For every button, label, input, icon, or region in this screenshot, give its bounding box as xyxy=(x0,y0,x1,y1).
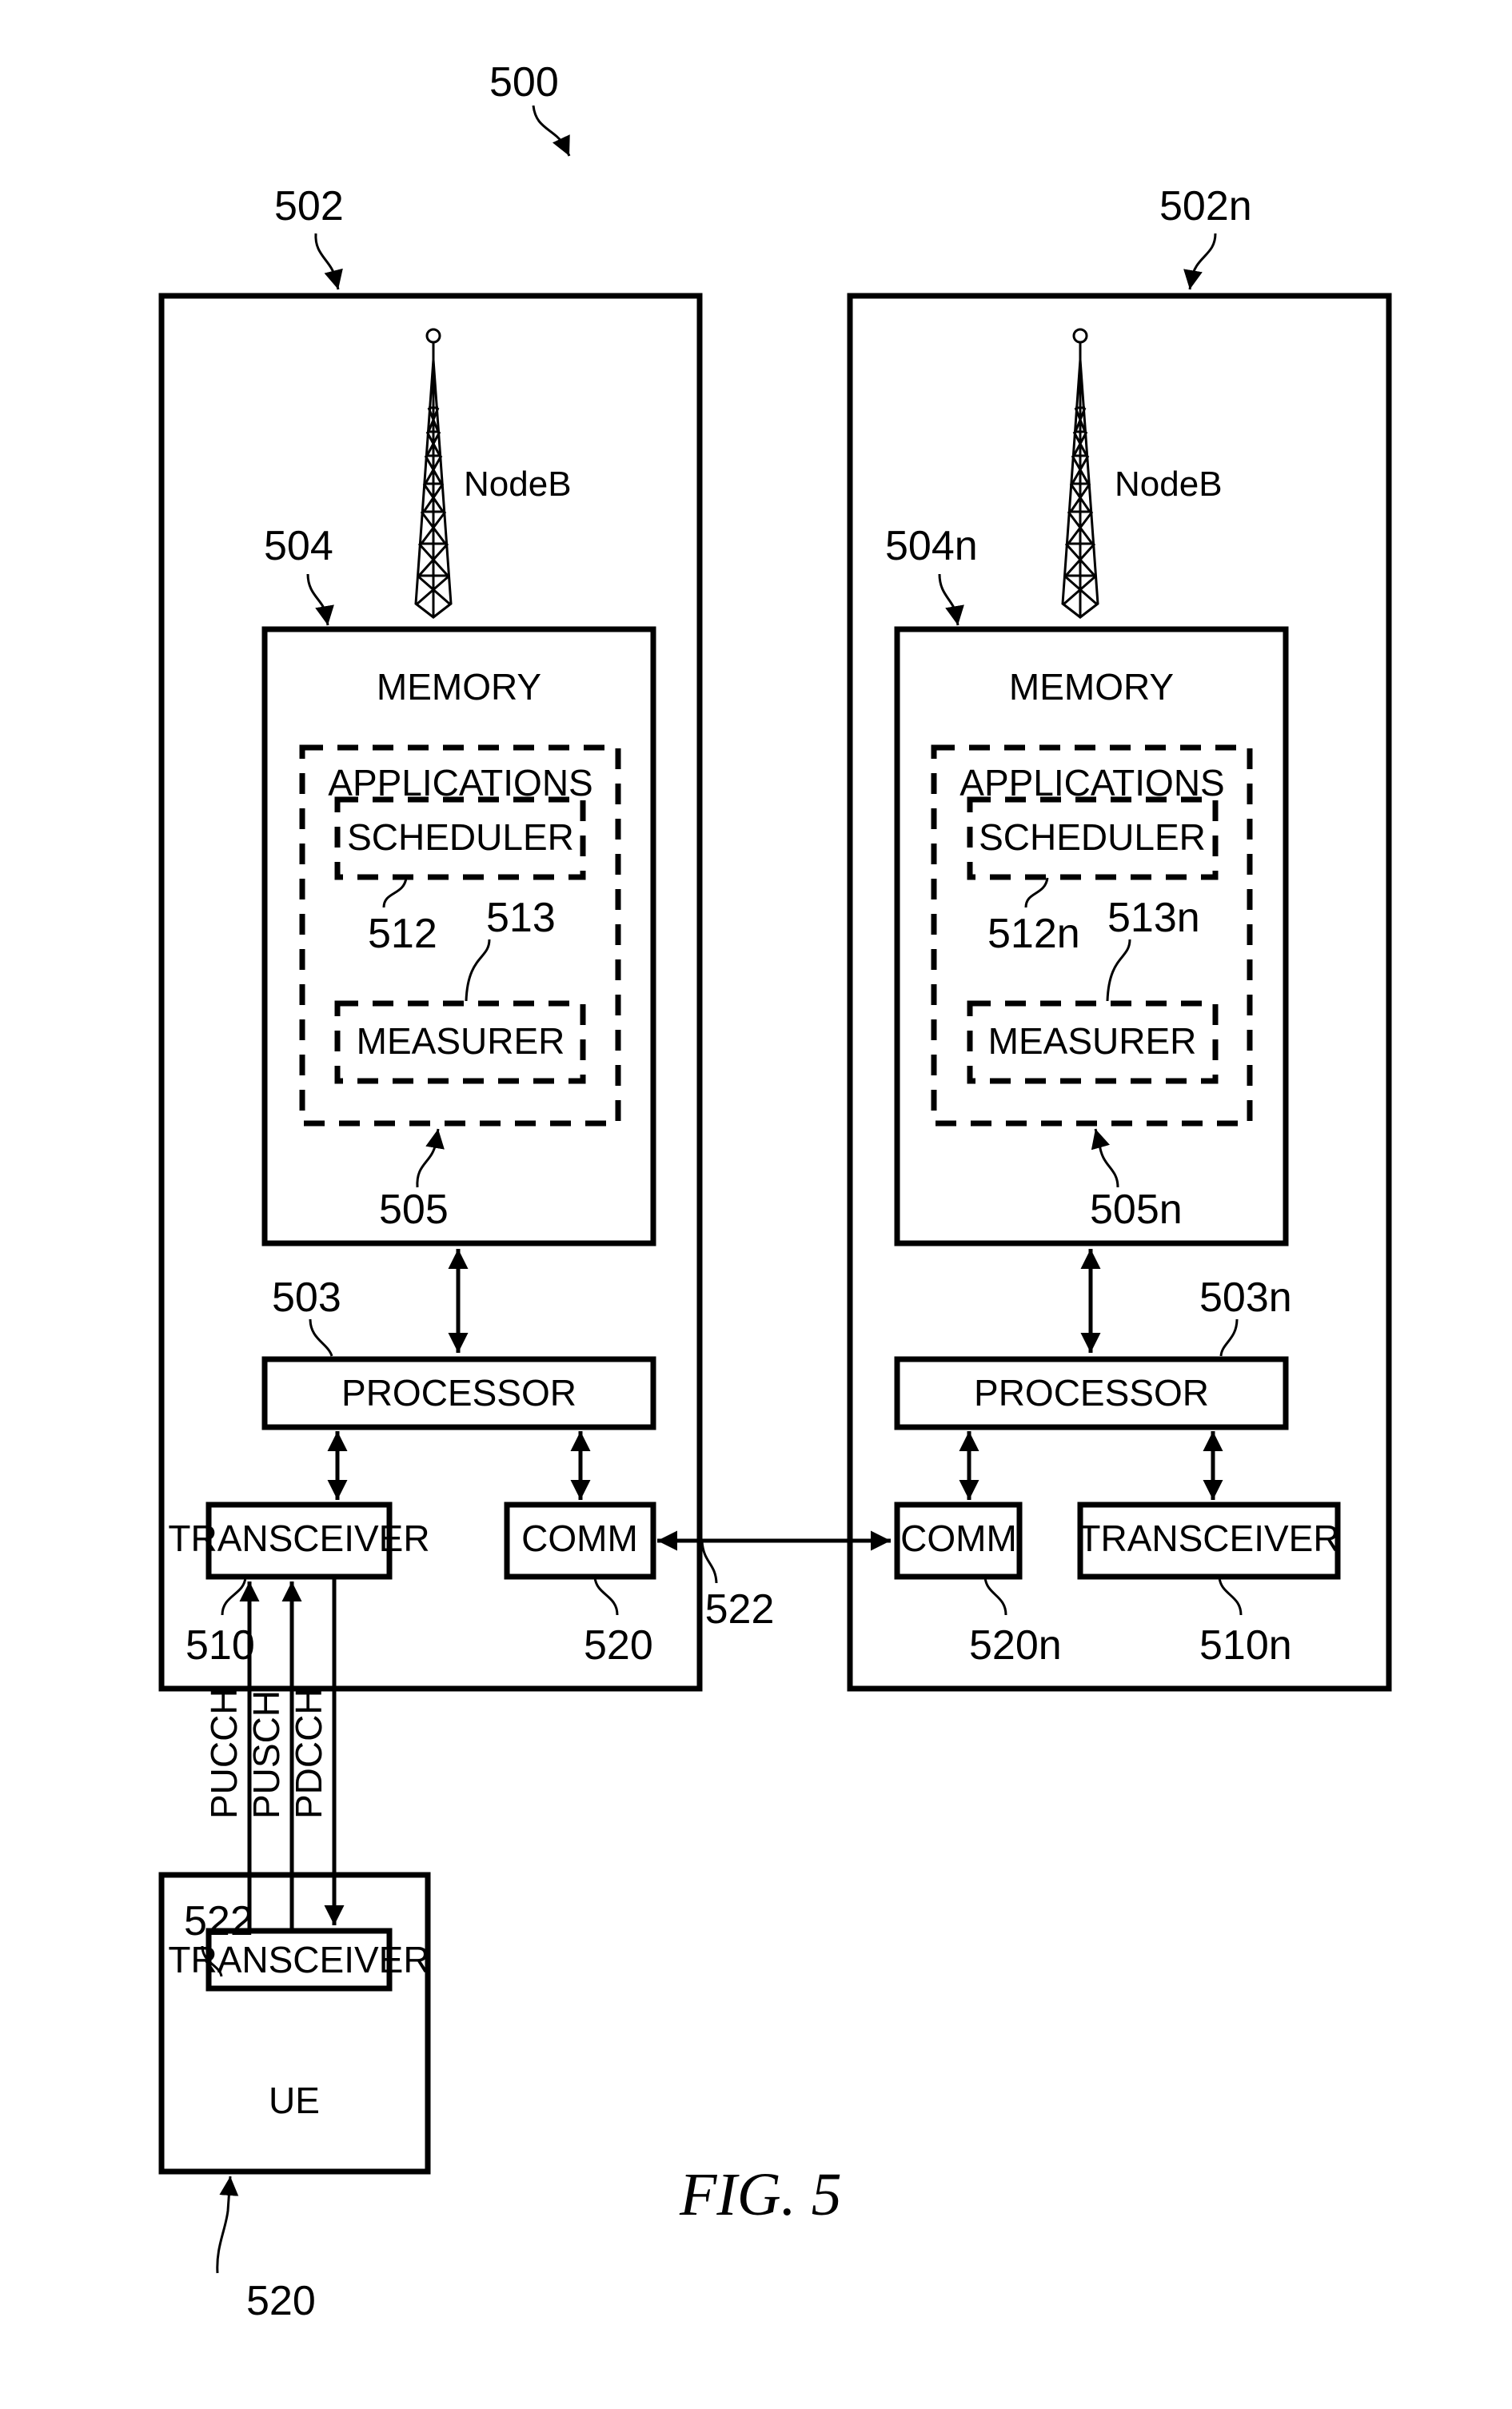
scheduler-right-leader xyxy=(1024,877,1049,908)
comm-left-label: COMM xyxy=(521,1518,638,1559)
ue-label: UE xyxy=(269,2080,320,2121)
transceiver-left-ref: 510 xyxy=(186,1622,255,1669)
nodeb-left-ref: 502 xyxy=(274,183,344,229)
channel-pucch-label: PUCCH xyxy=(203,1688,245,1819)
measurer-left-ref: 513 xyxy=(486,895,556,941)
memory-left-ref-arrow xyxy=(306,573,334,626)
nodeb-right-box xyxy=(847,293,1392,1692)
scheduler-right-ref: 512n xyxy=(987,911,1080,957)
processor-left-leader xyxy=(309,1318,333,1357)
memory-left-label: MEMORY xyxy=(377,666,541,708)
comm-right-ref: 520n xyxy=(969,1622,1062,1669)
backhaul-link-ref: 522 xyxy=(705,1586,775,1633)
comm-right-label: COMM xyxy=(900,1518,1017,1559)
applications-right-ref: 505n xyxy=(1090,1187,1183,1233)
system-ref-label: 500 xyxy=(489,59,559,106)
nodeb-right: 502n NodeB 504n MEMORY APPLICATIONS SCHE… xyxy=(847,183,1392,1692)
antenna-tower-icon xyxy=(1061,328,1099,619)
transceiver-left-label: TRANSCEIVER xyxy=(168,1518,429,1559)
channel-pdcch-label: PDCCH xyxy=(288,1688,329,1819)
processor-left-ref: 503 xyxy=(272,1274,341,1321)
processor-left-label: PROCESSOR xyxy=(341,1372,576,1414)
memory-right-box xyxy=(894,626,1289,1246)
figure-caption: FIG. 5 xyxy=(679,2161,842,2228)
nodeb-right-antenna-label: NodeB xyxy=(1115,465,1223,504)
applications-left-box xyxy=(299,744,621,1127)
comm-right-leader xyxy=(983,1577,1007,1616)
applications-right-box xyxy=(931,744,1253,1127)
scheduler-right-label: SCHEDULER xyxy=(979,816,1206,858)
measurer-right-ref: 513n xyxy=(1107,895,1200,941)
memory-left-ref: 504 xyxy=(264,523,333,569)
processor-right-ref: 503n xyxy=(1199,1274,1292,1321)
nodeb-right-ref: 502n xyxy=(1159,183,1252,229)
applications-left-ref-arrow xyxy=(416,1128,445,1188)
memory-left-box xyxy=(261,626,656,1246)
measurer-right-label: MEASURER xyxy=(988,1020,1197,1062)
nodeb-left: 502 NodeB 504 MEMORY APPLICATIONS SCHEDU… xyxy=(158,183,703,1692)
diagram-canvas: 500 502 NodeB 504 MEMORY APPLICATIONS SC… xyxy=(158,59,1392,2324)
antenna-tower-icon xyxy=(414,328,453,619)
measurer-right-leader xyxy=(1106,939,1131,1002)
nodeb-left-box xyxy=(158,293,703,1692)
channel-pusch-label: PUSCH xyxy=(245,1690,287,1819)
applications-right-ref-arrow xyxy=(1091,1128,1119,1188)
applications-left-ref: 505 xyxy=(379,1187,449,1233)
memory-right-ref: 504n xyxy=(885,523,978,569)
transceiver-left-leader xyxy=(221,1577,247,1616)
transceiver-right-leader xyxy=(1218,1577,1243,1616)
measurer-left-leader xyxy=(465,939,491,1002)
backhaul-link-leader xyxy=(700,1541,718,1584)
nodeb-left-ref-arrow xyxy=(314,233,343,290)
transceiver-right-label: TRANSCEIVER xyxy=(1078,1518,1339,1559)
measurer-left-label: MEASURER xyxy=(357,1020,565,1062)
ue-ref-arrow xyxy=(216,2176,239,2274)
scheduler-left-label: SCHEDULER xyxy=(347,816,574,858)
memory-right-label: MEMORY xyxy=(1009,666,1174,708)
scheduler-left-leader xyxy=(382,877,408,908)
ue-ref: 520 xyxy=(246,2278,316,2324)
processor-right-label: PROCESSOR xyxy=(974,1372,1209,1414)
comm-left-leader xyxy=(593,1577,619,1616)
ue-transceiver-ref: 522 xyxy=(184,1898,253,1944)
scheduler-left-ref: 512 xyxy=(368,911,437,957)
memory-right-ref-arrow xyxy=(938,573,964,626)
system-ref-arrow xyxy=(532,105,571,157)
nodeb-left-antenna-label: NodeB xyxy=(464,465,572,504)
transceiver-right-ref: 510n xyxy=(1199,1622,1292,1669)
ue-transceiver-label: TRANSCEIVER xyxy=(168,1939,429,1980)
comm-left-ref: 520 xyxy=(584,1622,653,1669)
ue: 522 TRANSCEIVER UE 520 xyxy=(158,1872,431,2324)
processor-right-leader xyxy=(1219,1318,1239,1357)
nodeb-right-ref-arrow xyxy=(1183,233,1217,290)
